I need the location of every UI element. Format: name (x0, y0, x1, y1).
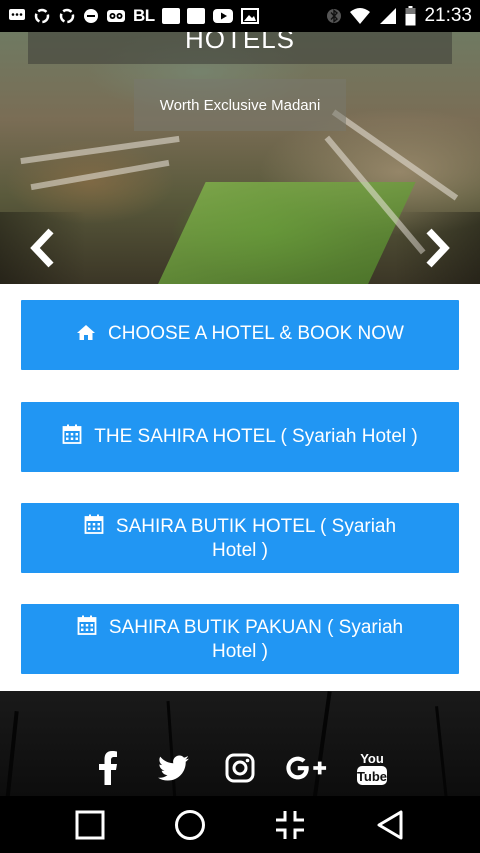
svg-text:Tube: Tube (357, 769, 387, 784)
calendar-icon (77, 615, 97, 641)
sahira-hotel-button[interactable]: THE SAHIRA HOTEL ( Syariah Hotel ) (21, 402, 459, 472)
hero-image-houses (20, 135, 180, 165)
calendar-icon (84, 514, 104, 540)
system-icons: 21:33 (327, 5, 472, 27)
wifi-icon (349, 7, 371, 25)
carrier-text: BL (133, 6, 155, 25)
facebook-icon[interactable] (87, 749, 129, 787)
hero-title: HOTELS (184, 32, 296, 54)
circle-icon (175, 809, 205, 840)
collapse-icon (276, 810, 304, 839)
hero-carousel[interactable]: HOTELS Worth Exclusive Madani (0, 32, 480, 284)
home-icon (76, 324, 96, 347)
tripadvisor-icon (106, 8, 126, 24)
google-plus-icon[interactable] (285, 749, 327, 787)
button-label: SAHIRA BUTIK HOTEL ( Syariah Hotel ) (115, 516, 397, 561)
sahira-butik-hotel-button[interactable]: SAHIRA BUTIK HOTEL ( Syariah Hotel ) (21, 503, 459, 573)
recycle-icon (58, 7, 76, 25)
youtube-icon[interactable]: You Tube (351, 749, 393, 787)
home-button[interactable] (168, 803, 212, 847)
battery-icon (405, 6, 416, 26)
carousel-prev-button[interactable] (0, 212, 86, 284)
status-bar: BL 21:33 (0, 0, 480, 32)
chat-icon (8, 8, 26, 24)
back-button[interactable] (368, 803, 412, 847)
bluetooth-icon (327, 6, 342, 26)
square-icon (161, 8, 180, 24)
button-label: CHOOSE A HOTEL & BOOK NOW (108, 323, 404, 344)
chevron-left-icon (30, 228, 54, 268)
hero-image-houses (30, 159, 170, 191)
carousel-next-button[interactable] (394, 212, 480, 284)
signal-icon (379, 7, 397, 25)
multiwindow-button[interactable] (268, 803, 312, 847)
screen: BL 21:33 HOTELS Worth Exclusive Madani C… (0, 0, 480, 853)
sahira-butik-pakuan-button[interactable]: SAHIRA BUTIK PAKUAN ( Syariah Hotel ) (21, 604, 459, 674)
choose-hotel-book-button[interactable]: CHOOSE A HOTEL & BOOK NOW (21, 300, 459, 370)
footer: You Tube (0, 691, 480, 796)
youtube-icon (212, 8, 234, 24)
svg-text:You: You (360, 751, 384, 766)
button-label: THE SAHIRA HOTEL ( Syariah Hotel ) (94, 426, 418, 447)
recents-button[interactable] (68, 803, 112, 847)
image-icon (240, 8, 259, 24)
clock: 21:33 (424, 5, 472, 26)
square-icon (186, 8, 205, 24)
app-icon (83, 8, 99, 24)
twitter-icon[interactable] (153, 749, 195, 787)
triangle-back-icon (377, 810, 403, 839)
square-icon (75, 810, 105, 839)
notification-icons: BL (8, 6, 327, 26)
system-navigation-bar (0, 796, 480, 853)
calendar-icon (62, 424, 82, 450)
instagram-icon[interactable] (219, 749, 261, 787)
recycle-icon (33, 7, 51, 25)
hero-caption: Worth Exclusive Madani (159, 96, 321, 114)
button-label: SAHIRA BUTIK PAKUAN ( Syariah Hotel ) (108, 617, 404, 662)
chevron-right-icon (426, 228, 450, 268)
hero-caption-box: Worth Exclusive Madani (134, 79, 346, 131)
social-links: You Tube (0, 749, 480, 787)
